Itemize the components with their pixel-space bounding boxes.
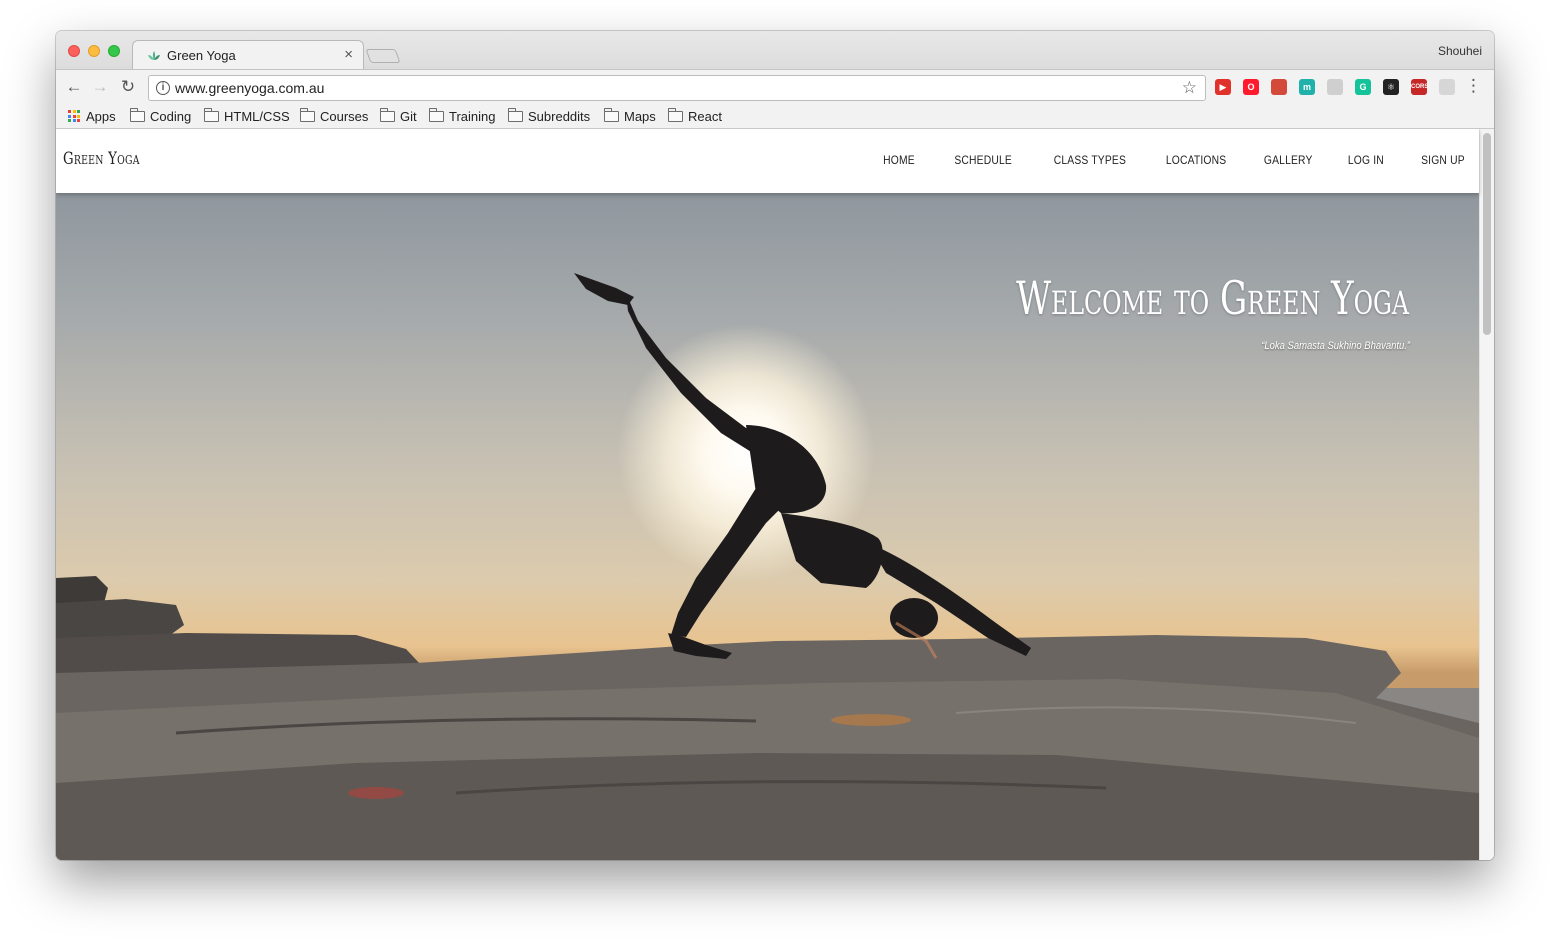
extension-6-icon[interactable]: G xyxy=(1355,79,1371,95)
nav-link-locations[interactable]: LOCATIONS xyxy=(1165,153,1225,167)
nav-link-gallery[interactable]: GALLERY xyxy=(1264,153,1313,167)
new-tab-button[interactable] xyxy=(365,49,401,63)
bookmark-label: Git xyxy=(400,108,417,124)
page-scrollbar[interactable] xyxy=(1479,129,1494,860)
folder-icon xyxy=(130,107,145,122)
profile-name[interactable]: Shouhei xyxy=(1438,44,1482,58)
nav-link-log-in[interactable]: LOG IN xyxy=(1348,153,1384,167)
bookmark-label: Coding xyxy=(150,108,192,124)
browser-window: Green Yoga × Shouhei ← → ↻ i www.greenyo… xyxy=(56,31,1494,860)
hero-section: Welcome to Green Yoga “Loka Samasta Sukh… xyxy=(56,193,1479,860)
folder-icon xyxy=(300,107,315,122)
bookmark-label: Maps xyxy=(624,108,656,124)
nav-link-home[interactable]: HOME xyxy=(883,153,915,167)
bookmark-git[interactable]: Git xyxy=(380,107,417,125)
extension-7-icon[interactable]: ⚛ xyxy=(1383,79,1399,95)
reload-icon[interactable]: ↻ xyxy=(118,77,138,97)
bookmark-subreddits[interactable]: Subreddits xyxy=(508,107,590,125)
bookmark-maps[interactable]: Maps xyxy=(604,107,656,125)
folder-icon xyxy=(380,107,395,122)
bookmark-courses[interactable]: Courses xyxy=(300,107,368,125)
bookmark-label: Subreddits xyxy=(528,108,591,124)
folder-icon xyxy=(508,107,523,122)
bookmark-label: HTML/CSS xyxy=(224,108,290,124)
bookmark-label: Training xyxy=(449,108,496,124)
lotus-icon xyxy=(148,51,160,60)
nav-link-schedule[interactable]: SCHEDULE xyxy=(954,153,1012,167)
site-navbar: Green Yoga HOME SCHEDULE CLASS TYPES LOCATI… xyxy=(56,129,1479,193)
forward-arrow-icon[interactable]: → xyxy=(90,77,110,97)
bookmark-coding[interactable]: Coding xyxy=(130,107,191,125)
bookmark-html-css[interactable]: HTML/CSS xyxy=(204,107,290,125)
address-bar[interactable]: i www.greenyoga.com.au ☆ xyxy=(148,75,1206,101)
apps-grid-icon xyxy=(68,110,80,122)
folder-icon xyxy=(668,107,683,122)
extension-2-icon[interactable]: O xyxy=(1243,79,1259,95)
hero-title: Welcome to Green Yoga xyxy=(1016,271,1409,325)
extension-9-icon[interactable] xyxy=(1439,79,1455,95)
hero-quote: “Loka Samasta Sukhino Bhavantu.” xyxy=(1261,340,1410,352)
extension-5-icon[interactable] xyxy=(1327,79,1343,95)
scrollbar-thumb[interactable] xyxy=(1483,133,1491,335)
title-bar: Green Yoga × Shouhei xyxy=(56,31,1494,70)
close-window-button[interactable] xyxy=(68,45,80,57)
bookmark-label: Courses xyxy=(320,108,369,124)
extension-3-icon[interactable] xyxy=(1271,79,1287,95)
tab-close-icon[interactable]: × xyxy=(344,46,353,63)
extension-8-icon[interactable]: CORS xyxy=(1411,79,1428,95)
site-brand[interactable]: Green Yoga xyxy=(63,149,140,169)
bookmarks-bar: Apps Coding HTML/CSS Courses Git Training Subr… xyxy=(56,103,1494,129)
bookmark-training[interactable]: Training xyxy=(429,107,495,125)
bookmark-apps[interactable]: Apps xyxy=(68,107,116,125)
zoom-window-button[interactable] xyxy=(108,45,120,57)
browser-menu-icon[interactable]: ⋮ xyxy=(1465,76,1482,96)
nav-link-class-types[interactable]: CLASS TYPES xyxy=(1053,153,1125,167)
url-text[interactable]: www.greenyoga.com.au xyxy=(175,80,324,96)
site-info-icon[interactable]: i xyxy=(156,81,170,95)
tab-green-yoga[interactable]: Green Yoga × xyxy=(132,40,364,70)
folder-icon xyxy=(204,107,219,122)
nav-link-sign-up[interactable]: SIGN UP xyxy=(1421,153,1465,167)
minimize-window-button[interactable] xyxy=(88,45,100,57)
back-arrow-icon[interactable]: ← xyxy=(64,77,84,97)
folder-icon xyxy=(604,107,619,122)
browser-toolbar: ← → ↻ i www.greenyoga.com.au ☆ ▶ Om G ⚛ CORS… xyxy=(56,69,1494,103)
bookmark-label: Apps xyxy=(86,108,116,124)
tab-title: Green Yoga xyxy=(167,48,236,63)
extension-1-icon[interactable]: ▶ xyxy=(1215,79,1231,95)
extension-4-icon[interactable]: m xyxy=(1299,79,1315,95)
folder-icon xyxy=(429,107,444,122)
site-nav-links: HOME SCHEDULE CLASS TYPES LOCATIONS GALLERY L… xyxy=(848,153,1465,167)
bookmark-label: React xyxy=(688,108,722,124)
bookmark-star-icon[interactable]: ☆ xyxy=(1182,78,1197,98)
bookmark-react[interactable]: React xyxy=(668,107,722,125)
page-viewport: Green Yoga HOME SCHEDULE CLASS TYPES LOCATI… xyxy=(56,129,1494,860)
